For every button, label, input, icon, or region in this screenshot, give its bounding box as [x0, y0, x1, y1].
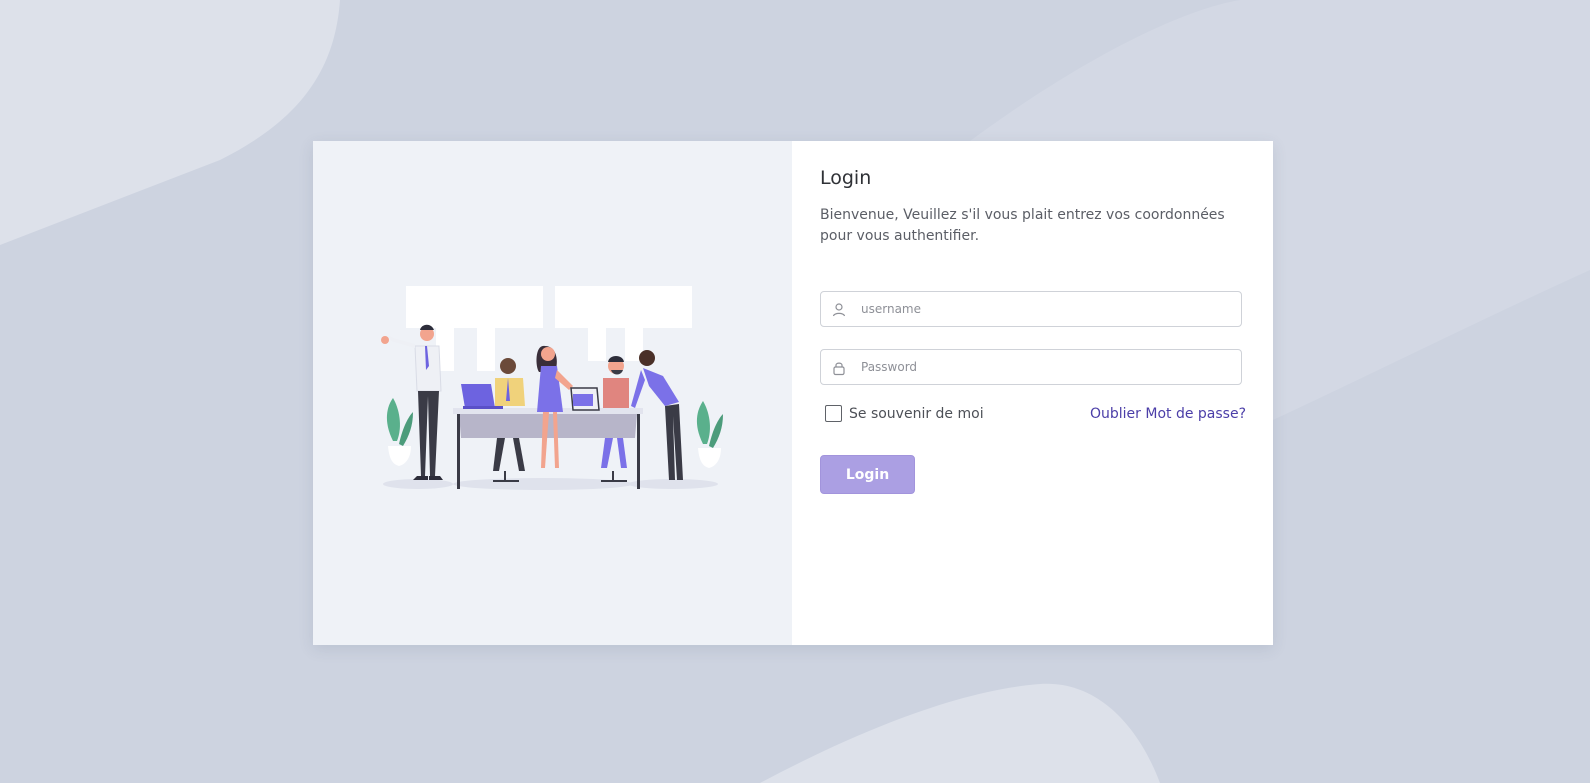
username-field[interactable]: [820, 291, 1242, 327]
user-icon: [832, 303, 846, 317]
login-form-panel: Login Bienvenue, Veuillez s'il vous plai…: [792, 141, 1273, 645]
team-illustration: [381, 286, 723, 490]
lock-icon: [833, 362, 845, 376]
remember-me[interactable]: Se souvenir de moi: [825, 405, 984, 422]
password-input[interactable]: [861, 350, 1231, 384]
remember-me-checkbox[interactable]: [825, 405, 842, 422]
welcome-message: Bienvenue, Veuillez s'il vous plait entr…: [820, 207, 1225, 244]
login-button[interactable]: Login: [820, 455, 915, 494]
illustration-panel: [313, 141, 792, 645]
forgot-password-link[interactable]: Oublier Mot de passe?: [1090, 406, 1246, 422]
password-field[interactable]: [820, 349, 1242, 385]
remember-me-label: Se souvenir de moi: [849, 405, 984, 422]
username-input[interactable]: [861, 292, 1231, 326]
login-title: Login: [820, 167, 872, 189]
login-card: Login Bienvenue, Veuillez s'il vous plai…: [313, 141, 1273, 645]
